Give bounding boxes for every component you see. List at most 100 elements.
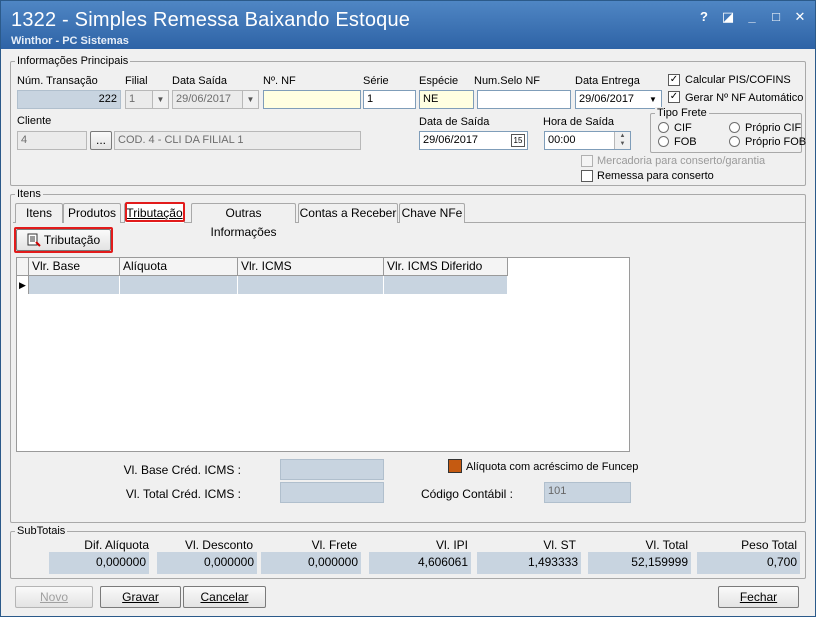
chevron-down-icon[interactable]: ▼ xyxy=(242,91,258,108)
calcular-pis-checkbox[interactable]: ✓ xyxy=(668,74,680,86)
vl-desconto-label: Vl. Desconto xyxy=(184,538,253,552)
column-header-vlr-base[interactable]: Vlr. Base xyxy=(29,258,120,276)
tab-chave-nfe[interactable]: Chave NFe xyxy=(399,203,465,223)
vl-ipi-label: Vl. IPI xyxy=(435,538,468,552)
cancelar-button[interactable]: Cancelar xyxy=(183,586,266,608)
spinner-icon[interactable]: ▲ ▼ xyxy=(614,132,630,149)
column-header-aliquota[interactable]: Alíquota xyxy=(120,258,238,276)
funcep-legend-label: Alíquota com acréscimo de Funcep xyxy=(466,461,639,473)
base-cred-label: Vl. Base Créd. ICMS : xyxy=(123,463,241,477)
tributacao-grid[interactable]: Vlr. Base Alíquota Vlr. ICMS Vlr. ICMS D… xyxy=(16,257,630,452)
tab-itens[interactable]: Itens xyxy=(15,203,63,223)
total-cred-field[interactable] xyxy=(280,482,384,503)
tab-contas-a-receber[interactable]: Contas a Receber xyxy=(298,203,398,223)
vl-total-label: Vl. Total xyxy=(645,538,688,552)
hora-saida-value: 00:00 xyxy=(548,134,576,146)
frete-fob-radio[interactable] xyxy=(658,136,669,147)
novo-button-label: Novo xyxy=(39,590,68,604)
frete-cif-radio[interactable] xyxy=(658,122,669,133)
gerar-nf-label: Gerar Nº NF Automático xyxy=(685,92,804,104)
mercadoria-checkbox[interactable] xyxy=(581,155,593,167)
maximize-icon[interactable]: □ xyxy=(769,9,783,25)
close-icon[interactable]: ✕ xyxy=(793,9,807,25)
vl-st-label: Vl. ST xyxy=(543,538,576,552)
data-entrega-label: Data Entrega xyxy=(575,75,640,87)
gerar-nf-checkbox[interactable]: ✓ xyxy=(668,91,680,103)
data-de-saida-label: Data de Saída xyxy=(419,116,490,128)
chevron-down-icon[interactable]: ▼ xyxy=(645,91,661,108)
cliente-code-field[interactable]: 4 xyxy=(17,131,87,150)
window: 1322 - Simples Remessa Baixando Estoque … xyxy=(0,0,816,617)
nf-field[interactable] xyxy=(263,90,361,109)
data-de-saida-field[interactable]: 29/06/2017 15 xyxy=(419,131,528,150)
gravar-button[interactable]: Gravar xyxy=(100,586,181,608)
cliente-search-button[interactable]: ... xyxy=(90,131,112,150)
grid-cell[interactable] xyxy=(120,276,238,294)
row-pointer-icon: ▶ xyxy=(17,276,29,294)
grid-cell[interactable] xyxy=(238,276,384,294)
minimize-icon[interactable]: _ xyxy=(745,9,759,25)
chevron-down-icon[interactable]: ▼ xyxy=(152,91,168,108)
codigo-contabil-field[interactable]: 101 xyxy=(544,482,631,503)
num-selo-field[interactable] xyxy=(477,90,571,109)
column-header-vlr-icms[interactable]: Vlr. ICMS xyxy=(238,258,384,276)
hora-saida-label: Hora de Saída xyxy=(543,116,614,128)
vl-frete-value: 0,000000 xyxy=(261,552,361,574)
cliente-label: Cliente xyxy=(17,115,52,127)
data-saida-field[interactable]: 29/06/2017 ▼ xyxy=(172,90,259,109)
frete-proprio-fob-radio[interactable] xyxy=(729,136,740,147)
tab-outras-informacoes[interactable]: Outras Informações xyxy=(191,203,296,239)
grid-cell[interactable] xyxy=(384,276,508,294)
frete-fob-label: FOB xyxy=(674,136,697,148)
vl-frete-label: Vl. Frete xyxy=(311,538,357,552)
help-icon[interactable]: ? xyxy=(697,9,711,25)
fechar-button[interactable]: Fechar xyxy=(718,586,799,608)
hora-saida-field[interactable]: 00:00 ▲ ▼ xyxy=(544,131,631,150)
data-saida-value: 29/06/2017 xyxy=(176,93,232,105)
calendar-icon[interactable]: 15 xyxy=(511,134,525,147)
tipo-frete-label: Tipo Frete xyxy=(655,107,709,119)
fechar-button-label: Fechar xyxy=(739,590,778,604)
gravar-button-label: Gravar xyxy=(122,590,159,604)
num-selo-label: Num.Selo NF xyxy=(474,75,541,87)
frete-proprio-cif-label: Próprio CIF xyxy=(745,122,802,134)
vl-total-value: 52,159999 xyxy=(588,552,691,574)
especie-field[interactable]: NE xyxy=(419,90,474,109)
subtotais-group-label: SubTotais xyxy=(15,525,68,537)
frete-cif-label: CIF xyxy=(674,122,692,134)
tributacao-button-highlight xyxy=(14,227,113,253)
itens-group-label: Itens xyxy=(15,188,43,200)
remessa-checkbox[interactable] xyxy=(581,170,593,182)
dif-aliquota-value: 0,000000 xyxy=(49,552,149,574)
remessa-label: Remessa para conserto xyxy=(597,170,714,182)
data-entrega-field[interactable]: 29/06/2017 ▼ xyxy=(575,90,662,109)
frete-proprio-cif-radio[interactable] xyxy=(729,122,740,133)
cancelar-button-label: Cancelar xyxy=(200,590,249,604)
especie-label: Espécie xyxy=(419,75,459,87)
total-cred-label: Vl. Total Créd. ICMS : xyxy=(125,487,241,501)
data-de-saida-value: 29/06/2017 xyxy=(423,134,479,146)
window-title: 1322 - Simples Remessa Baixando Estoque xyxy=(11,9,411,31)
grid-corner xyxy=(17,258,29,276)
vl-ipi-value: 4,606061 xyxy=(369,552,471,574)
title-bar: 1322 - Simples Remessa Baixando Estoque … xyxy=(1,1,815,49)
data-entrega-value: 29/06/2017 xyxy=(579,93,635,105)
num-transacao-field[interactable]: 222 xyxy=(17,90,121,109)
filial-select[interactable]: 1 ▼ xyxy=(125,90,169,109)
tab-tributacao-highlight xyxy=(125,202,185,222)
edit-icon[interactable]: ◪ xyxy=(721,9,735,25)
vl-desconto-value: 0,000000 xyxy=(157,552,257,574)
filial-label: Filial xyxy=(125,75,148,87)
tab-produtos[interactable]: Produtos xyxy=(63,203,121,223)
grid-cell[interactable] xyxy=(29,276,120,294)
column-header-vlr-icms-diferido[interactable]: Vlr. ICMS Diferido xyxy=(384,258,508,276)
vl-st-value: 1,493333 xyxy=(477,552,581,574)
base-cred-field[interactable] xyxy=(280,459,384,480)
calcular-pis-label: Calcular PIS/COFINS xyxy=(685,74,791,86)
codigo-contabil-label: Código Contábil : xyxy=(420,487,513,501)
serie-field[interactable]: 1 xyxy=(363,90,416,109)
novo-button[interactable]: Novo xyxy=(15,586,93,608)
cliente-name-field[interactable]: COD. 4 - CLI DA FILIAL 1 xyxy=(114,131,361,150)
nf-label: Nº. NF xyxy=(263,75,296,87)
peso-total-label: Peso Total xyxy=(741,538,797,552)
